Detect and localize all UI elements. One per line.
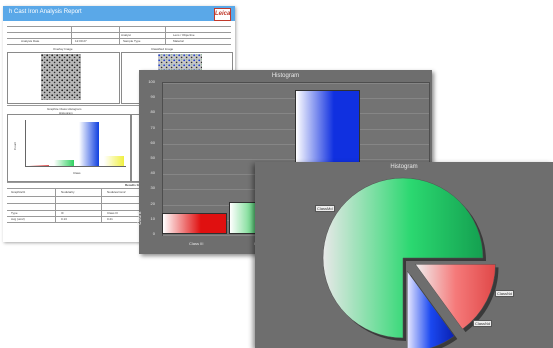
mini-histogram-bar: [103, 155, 124, 166]
pie-chart: [322, 177, 499, 348]
bar-grid-line: [163, 83, 429, 84]
mini-histogram-bar: [78, 122, 99, 166]
pie-label-red: ClassNd: [495, 290, 515, 297]
result-cell: 0.21: [107, 217, 113, 221]
report-column-divider: [165, 26, 166, 44]
bar-y-tick-label: 0: [152, 231, 155, 236]
bar-y-tick-label: 60: [150, 139, 155, 145]
report-field-value: 12:00:27: [75, 39, 87, 43]
overlay-image-label: Overlay Image: [53, 47, 73, 51]
histogram-bar[interactable]: [162, 212, 227, 234]
mini-y-label: Count: [13, 141, 18, 151]
bar-y-tick-label: 20: [150, 200, 155, 206]
report-field-label: Lens / Objective: [173, 33, 195, 37]
report-rule: [7, 44, 231, 45]
report-field-value: Material: [173, 39, 184, 43]
result-cell: Avg (um2): [11, 217, 25, 221]
mini-histogram-axes: [25, 120, 126, 167]
report-column-divider: [101, 188, 102, 222]
report-column-divider: [119, 26, 120, 44]
bar-y-tick-label: 70: [150, 124, 155, 130]
result-cell: Type: [11, 211, 18, 215]
result-col-header: Nodularity: [61, 190, 75, 194]
pie-label-blue: ClassNd: [473, 320, 493, 327]
result-col-header: Nodules/mm2: [107, 190, 126, 194]
bar-y-tick-label: 100: [148, 79, 155, 84]
leica-logo: Leica: [214, 8, 231, 21]
logo-text: Leica: [215, 11, 231, 17]
mini-histogram-bar: [53, 160, 74, 166]
report-column-divider: [55, 188, 56, 222]
bar-chart-title: Histogram: [271, 73, 300, 79]
classified-image-label: Classified Image: [151, 47, 174, 51]
report-field-label: Sample Type: [123, 39, 141, 43]
result-cell: 0.13: [61, 217, 67, 221]
overlay-micrograph-image: [41, 54, 81, 100]
pie-label-green: ClassMd: [315, 205, 335, 212]
bar-y-tick-label: 80: [150, 109, 155, 115]
result-cell: Class III: [107, 211, 118, 215]
bar-y-tick-label: 50: [150, 155, 155, 160]
report-field-label: Analyst: [121, 33, 131, 37]
bar-y-tick-label: 30: [150, 185, 155, 191]
bar-y-tick-label: 40: [150, 170, 155, 176]
report-column-divider: [71, 26, 72, 44]
pie-histogram-window[interactable]: Histogram ClassMd ClassNd ClassNd: [255, 162, 553, 348]
bar-x-tick-label: Class III: [189, 241, 204, 246]
bar-y-tick-label: 10: [150, 215, 155, 221]
result-col-header: Graphite%: [11, 190, 26, 194]
result-cell: III: [61, 211, 64, 215]
report-title: h Cast Iron Analysis Report: [9, 9, 82, 15]
mini-histogram-bar: [28, 164, 49, 166]
mini-x-label: Class: [73, 171, 81, 175]
report-field-label: Analysis Date: [21, 39, 40, 43]
bar-y-tick-label: 90: [150, 94, 155, 100]
